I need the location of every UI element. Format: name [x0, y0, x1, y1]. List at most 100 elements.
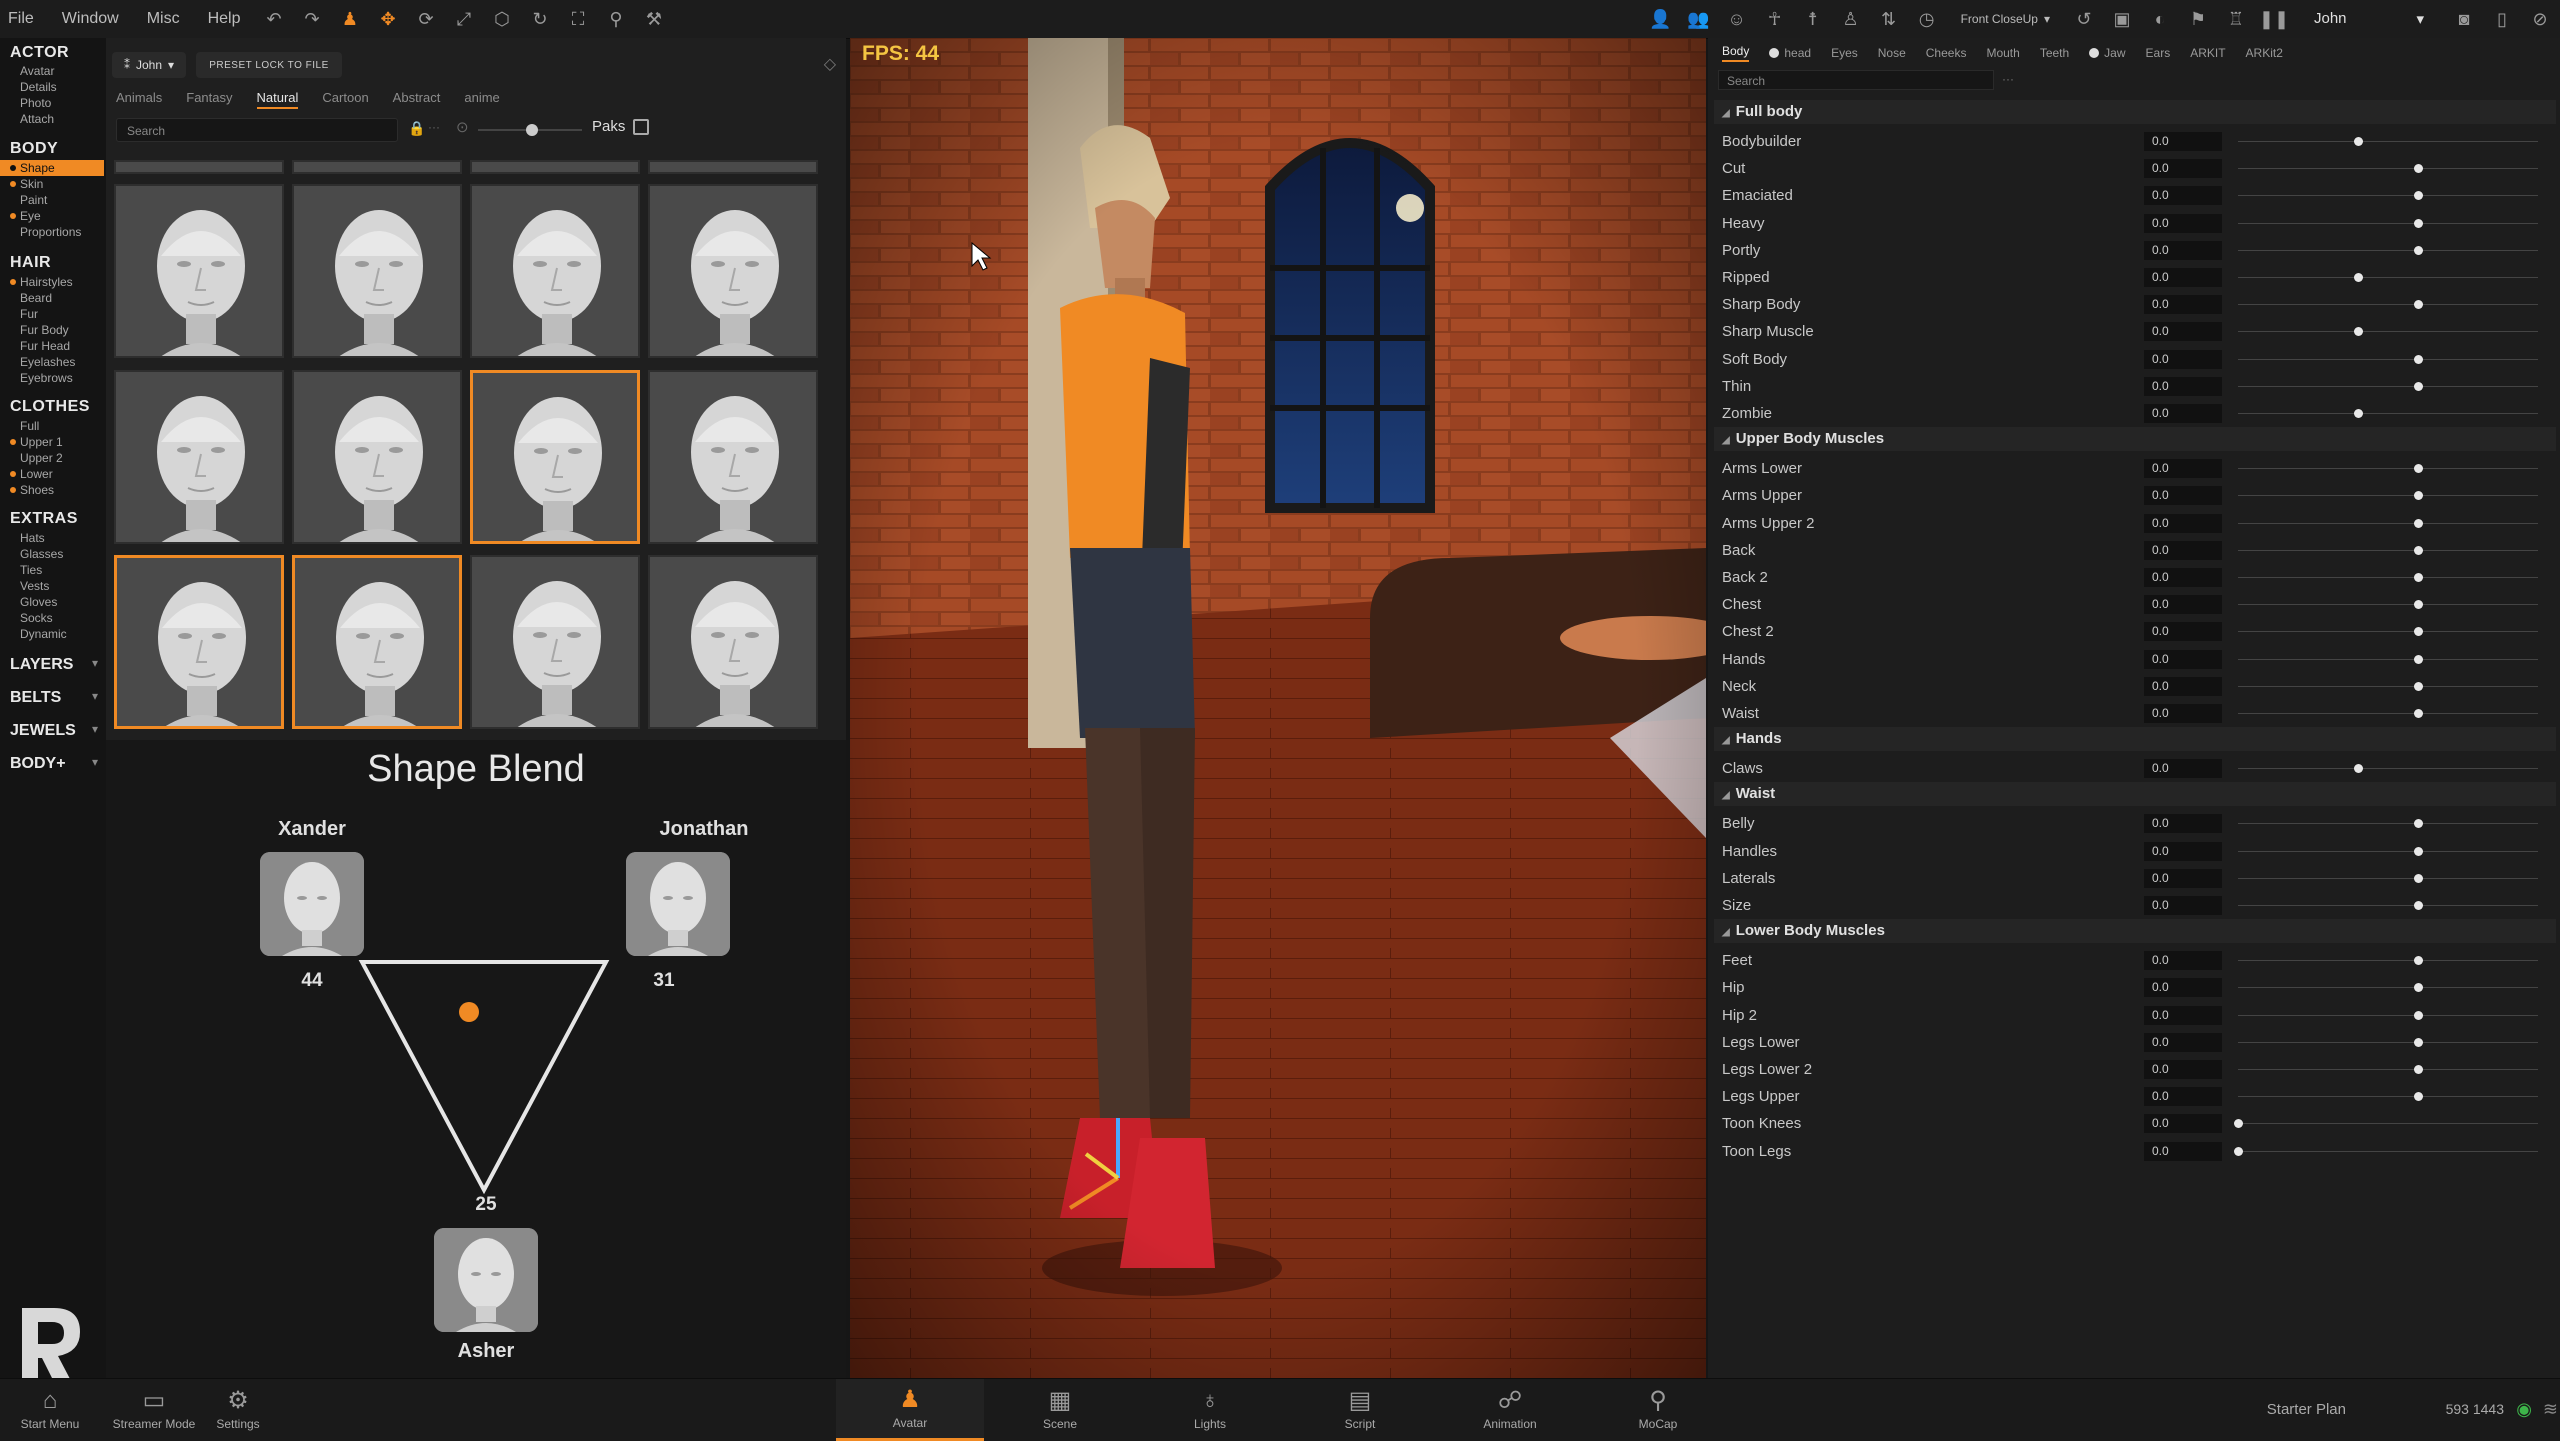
menu-file[interactable]: File: [8, 10, 34, 28]
property-slider[interactable]: [2238, 600, 2538, 610]
property-value-input[interactable]: 0.0: [2144, 978, 2222, 998]
arrows-updown-icon[interactable]: ⇅: [1877, 7, 1901, 31]
property-slider[interactable]: [2238, 409, 2538, 418]
scene-mode-button[interactable]: ▦ Scene: [1010, 1379, 1110, 1441]
slider-knob[interactable]: [2414, 518, 2423, 528]
slider-knob[interactable]: [2354, 273, 2363, 282]
cube-icon[interactable]: ⬡: [490, 7, 514, 31]
slider-knob[interactable]: [2414, 846, 2423, 856]
avatar-mode-button[interactable]: ♟ Avatar: [836, 1379, 984, 1441]
slider-knob[interactable]: [2414, 1092, 2423, 1102]
property-slider[interactable]: [2238, 846, 2538, 856]
slider-knob[interactable]: [2414, 381, 2423, 391]
property-slider[interactable]: [2238, 354, 2538, 364]
head-thumbnail[interactable]: [114, 555, 284, 729]
property-value-input[interactable]: 0.0: [2144, 568, 2222, 587]
tab-cartoon[interactable]: Cartoon: [322, 90, 368, 109]
property-slider[interactable]: [2238, 709, 2538, 718]
category-jewels[interactable]: JEWELS ▾: [10, 722, 98, 740]
property-value-input[interactable]: 0.0: [2144, 322, 2222, 342]
section-header[interactable]: ◢ Upper Body Muscles: [1714, 427, 2556, 452]
reset-camera-icon[interactable]: ↺: [2072, 7, 2096, 31]
category-clothes[interactable]: CLOTHES: [10, 398, 90, 416]
nav-lower[interactable]: Lower: [0, 466, 104, 482]
head-thumbnail[interactable]: [470, 370, 640, 544]
head-thumbnail[interactable]: [648, 555, 818, 729]
slider-knob[interactable]: [2414, 464, 2423, 474]
property-value-input[interactable]: 0.0: [2144, 759, 2222, 779]
head-thumbnail[interactable]: [292, 160, 462, 174]
property-slider[interactable]: [2238, 1092, 2538, 1102]
nav-vests[interactable]: Vests: [0, 578, 104, 594]
slider-knob[interactable]: [2414, 1065, 2423, 1074]
property-slider[interactable]: [2238, 300, 2538, 310]
nav-shape[interactable]: Shape: [0, 160, 104, 176]
property-slider[interactable]: [2238, 164, 2538, 174]
head-thumbnail[interactable]: [648, 160, 818, 174]
property-value-input[interactable]: 0.0: [2144, 1114, 2222, 1134]
morph-search-input[interactable]: Search: [1718, 70, 1994, 90]
head-thumbnail[interactable]: [292, 370, 462, 544]
pose-c-icon[interactable]: ♙: [1839, 7, 1863, 31]
start-menu-button[interactable]: ⌂ Start Menu: [0, 1379, 100, 1441]
property-value-input[interactable]: 0.0: [2144, 404, 2222, 423]
property-value-input[interactable]: 0.0: [2144, 268, 2222, 287]
person-icon[interactable]: 👤: [1649, 7, 1673, 31]
slider-knob[interactable]: [2414, 901, 2423, 910]
pause-icon[interactable]: ❚❚: [2259, 7, 2289, 31]
people-icon[interactable]: 👥: [1687, 7, 1711, 31]
nav-dynamic[interactable]: Dynamic: [0, 626, 104, 642]
paks-button[interactable]: Paks: [592, 118, 650, 135]
property-slider[interactable]: [2234, 1119, 2538, 1129]
slider-knob[interactable]: [2414, 956, 2423, 966]
menu-window[interactable]: Window: [62, 10, 119, 28]
slider-knob[interactable]: [2414, 354, 2423, 364]
slider-knob[interactable]: [2414, 573, 2423, 582]
nav-beard[interactable]: Beard: [0, 290, 104, 306]
property-slider[interactable]: [2238, 573, 2538, 582]
tab-arkit[interactable]: ARKIT: [2190, 46, 2225, 60]
head-thumbnail[interactable]: [470, 555, 640, 729]
slider-knob[interactable]: [526, 124, 538, 136]
nav-upper-1[interactable]: Upper 1: [0, 434, 104, 450]
section-header[interactable]: ◢ Lower Body Muscles: [1714, 919, 2556, 944]
nav-fur-head[interactable]: Fur Head: [0, 338, 104, 354]
property-value-input[interactable]: 0.0: [2144, 1032, 2222, 1052]
category-hair[interactable]: HAIR: [10, 254, 51, 272]
property-slider[interactable]: [2238, 191, 2538, 201]
camera-icon[interactable]: ◙: [2452, 7, 2476, 31]
property-value-input[interactable]: 0.0: [2144, 240, 2222, 260]
slider-knob[interactable]: [2414, 627, 2423, 637]
tab-ears[interactable]: Ears: [2146, 46, 2171, 60]
property-value-input[interactable]: 0.0: [2144, 1060, 2222, 1079]
location-icon[interactable]: ⚑: [2186, 7, 2210, 31]
property-value-input[interactable]: 0.0: [2144, 1005, 2222, 1025]
property-slider[interactable]: [2238, 1037, 2538, 1047]
nav-gloves[interactable]: Gloves: [0, 594, 104, 610]
property-value-input[interactable]: 0.0: [2144, 540, 2222, 560]
head-thumbnail[interactable]: [470, 160, 640, 174]
property-slider[interactable]: [2238, 381, 2538, 391]
bust-icon[interactable]: ☺: [1725, 7, 1749, 31]
no-entry-icon[interactable]: ⊘: [2528, 7, 2552, 31]
category-layers[interactable]: LAYERS ▾: [10, 656, 98, 674]
tab-mouth[interactable]: Mouth: [1986, 46, 2019, 60]
property-value-input[interactable]: 0.0: [2144, 704, 2222, 723]
slider-knob[interactable]: [2414, 191, 2423, 201]
property-value-input[interactable]: 0.0: [2144, 513, 2222, 533]
slider-knob[interactable]: [2414, 1010, 2423, 1020]
record-icon[interactable]: ▣: [2110, 7, 2134, 31]
property-slider[interactable]: [2238, 983, 2538, 993]
3d-viewport[interactable]: FPS: 44: [850, 38, 1706, 1378]
property-slider[interactable]: [2234, 1146, 2538, 1156]
pose-a-icon[interactable]: ☥: [1763, 7, 1787, 31]
nav-attach[interactable]: Attach: [0, 111, 104, 127]
property-value-input[interactable]: 0.0: [2144, 1141, 2222, 1161]
nav-ties[interactable]: Ties: [0, 562, 104, 578]
blend-triangle[interactable]: [356, 956, 612, 1196]
slider-knob[interactable]: [2414, 1037, 2423, 1047]
nav-proportions[interactable]: Proportions: [0, 224, 104, 240]
property-value-input[interactable]: 0.0: [2144, 186, 2222, 206]
property-slider[interactable]: [2238, 491, 2538, 501]
tab-arkit2[interactable]: ARKit2: [2246, 46, 2283, 60]
